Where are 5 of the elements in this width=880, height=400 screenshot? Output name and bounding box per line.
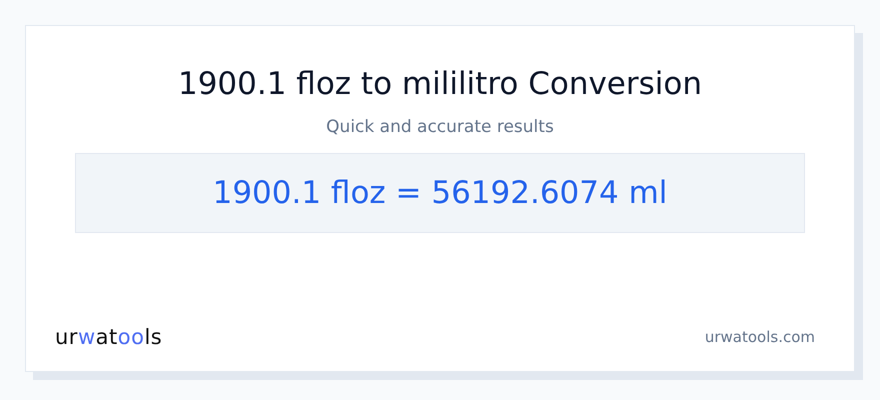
conversion-result: 1900.1 floz = 56192.6074 ml bbox=[212, 175, 668, 212]
site-address: urwatools.com bbox=[704, 328, 815, 346]
subtitle: Quick and accurate results bbox=[326, 117, 554, 138]
logo: urwatools bbox=[55, 325, 162, 349]
page-title: 1900.1 floz to mililitro Conversion bbox=[178, 66, 702, 104]
